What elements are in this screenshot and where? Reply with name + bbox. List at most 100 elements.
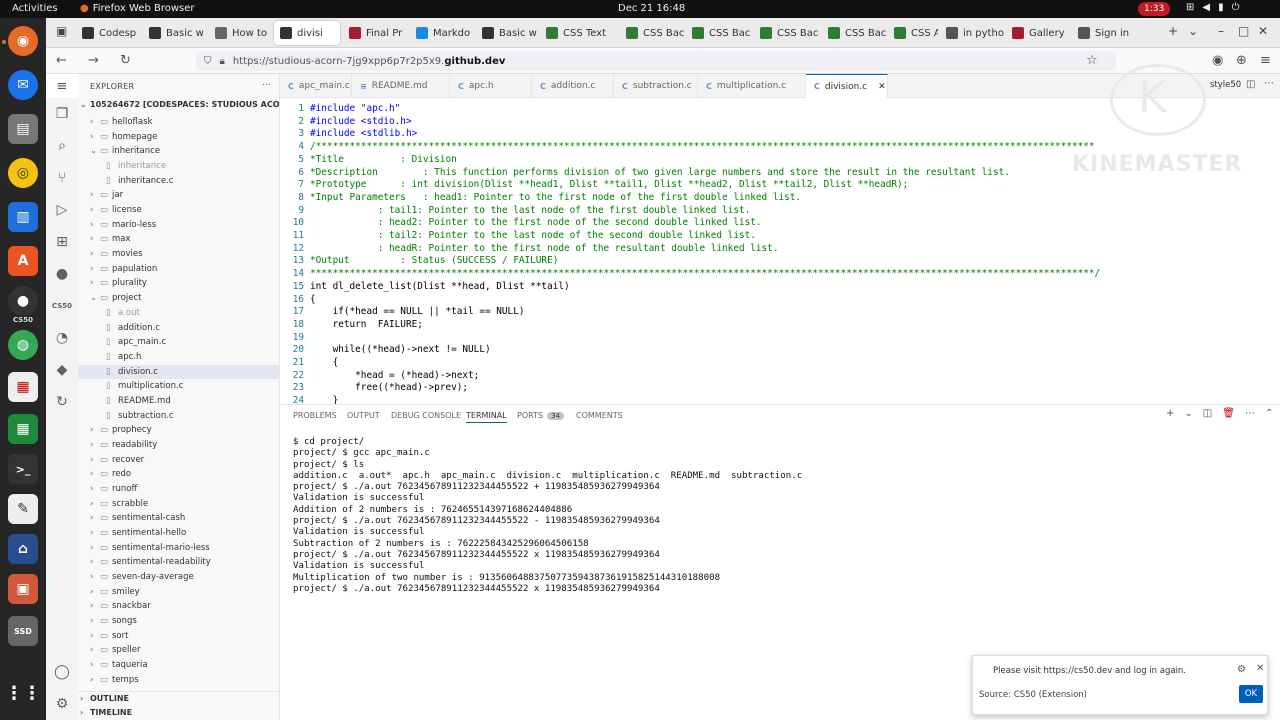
- tree-file[interactable]: ▯ a.out: [78, 306, 280, 320]
- cs50-icon[interactable]: CS50: [8, 314, 38, 326]
- tree-folder[interactable]: › ▭ smiley: [78, 585, 280, 599]
- rhythmbox-icon[interactable]: ◎: [8, 158, 38, 188]
- github-icon[interactable]: ●: [52, 264, 72, 284]
- back-icon[interactable]: ←: [56, 53, 67, 69]
- tree-file[interactable]: ▯ README.md: [78, 394, 280, 408]
- browser-tab[interactable]: CSS Bac: [620, 21, 684, 45]
- run-debug-icon[interactable]: ▷: [52, 200, 72, 220]
- tree-folder[interactable]: › ▭ seven-day-average: [78, 570, 280, 584]
- impress-icon[interactable]: ▣: [8, 574, 38, 604]
- editor-tab[interactable]: Capc_main.c: [280, 74, 352, 98]
- panel-tab[interactable]: PROBLEMS: [293, 409, 337, 423]
- tree-folder[interactable]: › ▭ max: [78, 232, 280, 246]
- url-bar[interactable]: ⛉ 🔒︎ https://studious-acorn-7jg9xpp6p7r2…: [196, 51, 1116, 71]
- shield-icon[interactable]: ⛉: [204, 56, 212, 67]
- github-icon[interactable]: ●: [8, 286, 38, 316]
- tree-folder[interactable]: › ▭ temps: [78, 673, 280, 687]
- ssd-icon[interactable]: SSD: [8, 616, 38, 646]
- tree-folder[interactable]: › ▭ sentimental-readability: [78, 555, 280, 569]
- tree-folder[interactable]: › ▭ sort: [78, 629, 280, 643]
- tree-file[interactable]: ▯ inheritance: [78, 159, 280, 173]
- panel-tab[interactable]: PORTS 34: [517, 409, 564, 423]
- browser-tab[interactable]: Markdo: [410, 21, 474, 45]
- apps-grid-icon[interactable]: ⋮⋮: [5, 678, 41, 708]
- browser-tab[interactable]: CSS Bac: [754, 21, 820, 45]
- editor-more-icon[interactable]: ⋯: [1264, 78, 1274, 89]
- calc-icon[interactable]: ▦: [8, 414, 38, 444]
- writer-icon[interactable]: ▥: [8, 202, 38, 232]
- panel-tab[interactable]: OUTPUT: [347, 409, 380, 423]
- terminal-icon[interactable]: >_: [8, 454, 38, 484]
- lock-icon[interactable]: 🔒︎: [220, 56, 225, 67]
- browser-tab[interactable]: Sign in: [1072, 21, 1138, 45]
- search-icon[interactable]: ⌕: [52, 136, 72, 156]
- tree-file[interactable]: ▯ division.c: [78, 364, 280, 379]
- browser-tab[interactable]: How to: [209, 21, 271, 45]
- extensions-icon[interactable]: ⊞: [52, 232, 72, 252]
- more-icon[interactable]: ⋯: [1245, 408, 1255, 419]
- source-control-icon[interactable]: ⑂: [52, 168, 72, 188]
- tree-folder[interactable]: ⌄ ▭ inheritance: [78, 144, 280, 158]
- clock[interactable]: Dec 21 16:48: [618, 3, 685, 14]
- tree-file[interactable]: ▯ apc_main.c: [78, 335, 280, 349]
- browser-tab[interactable]: Basic w: [476, 21, 538, 45]
- network-icon[interactable]: ⌂: [8, 534, 38, 564]
- maximize-panel-icon[interactable]: ⌃: [1265, 408, 1273, 419]
- browser-tab[interactable]: divisi: [274, 21, 340, 45]
- new-terminal-icon[interactable]: +: [1166, 408, 1174, 419]
- tree-folder[interactable]: › ▭ runoff: [78, 482, 280, 496]
- firefox-icon[interactable]: ◉: [8, 26, 38, 56]
- tree-file[interactable]: ▯ addition.c: [78, 321, 280, 335]
- browser-tab[interactable]: Codesp: [76, 21, 140, 45]
- text-editor-icon[interactable]: ✎: [8, 494, 38, 524]
- tree-folder[interactable]: › ▭ readability: [78, 438, 280, 452]
- docker-icon[interactable]: ◆: [52, 360, 72, 380]
- tree-folder[interactable]: › ▭ plurality: [78, 276, 280, 290]
- tree-folder[interactable]: › ▭ speller: [78, 643, 280, 657]
- editor-tab[interactable]: ≡ README.md: [352, 74, 450, 98]
- hamburger-menu-icon[interactable]: ≡: [46, 74, 78, 98]
- recording-badge[interactable]: 1:33: [1138, 2, 1171, 16]
- tree-file[interactable]: ▯ multiplication.c: [78, 379, 280, 393]
- tree-folder[interactable]: › ▭ snackbar: [78, 599, 280, 613]
- minimize-icon[interactable]: –: [1218, 24, 1224, 38]
- tree-file[interactable]: ▯ inheritance.c: [78, 174, 280, 188]
- kill-terminal-icon[interactable]: 🗑︎: [1222, 408, 1235, 419]
- browser-tab[interactable]: CSS Text: [540, 21, 618, 45]
- settings-gear-icon[interactable]: ⚙: [1237, 664, 1246, 675]
- files-icon[interactable]: ▤: [8, 114, 38, 144]
- browser-tab[interactable]: in pytho: [940, 21, 1004, 45]
- ok-button[interactable]: OK: [1239, 685, 1263, 703]
- more-actions-icon[interactable]: ⋯: [262, 80, 271, 90]
- tree-folder[interactable]: › ▭ homepage: [78, 130, 280, 144]
- terminal-output[interactable]: $ cd project/project/ $ gcc apc_main.c pr…: [293, 437, 1273, 595]
- tree-file[interactable]: ▯ apc.h: [78, 350, 280, 364]
- account-icon[interactable]: ◯: [52, 662, 72, 682]
- tree-folder[interactable]: › ▭ recover: [78, 453, 280, 467]
- editor-tab[interactable]: Csubtraction.c: [614, 74, 698, 98]
- panel-tab[interactable]: COMMENTS: [576, 409, 623, 423]
- tree-folder[interactable]: › ▭ prophecy: [78, 423, 280, 437]
- outline-section[interactable]: › OUTLINE: [78, 691, 280, 705]
- settings-gear-icon[interactable]: ⚙: [52, 694, 72, 714]
- browser-tab[interactable]: Basic w: [143, 21, 207, 45]
- tree-folder[interactable]: ⌄ ▭ project: [78, 291, 280, 305]
- activities-button[interactable]: Activities: [12, 3, 58, 14]
- software-icon[interactable]: A: [8, 246, 38, 276]
- document-icon[interactable]: ▦: [8, 372, 38, 402]
- thunderbird-icon[interactable]: ✉: [8, 70, 38, 100]
- browser-tab[interactable]: Gallery: [1006, 21, 1070, 45]
- timeline-section[interactable]: › TIMELINE: [78, 706, 280, 720]
- tree-folder[interactable]: › ▭ sentimental-hello: [78, 526, 280, 540]
- new-tab-button[interactable]: +: [1168, 24, 1178, 38]
- chrome-icon[interactable]: ◍: [8, 330, 38, 360]
- close-tab-icon[interactable]: ✕: [878, 82, 886, 92]
- tree-folder[interactable]: › ▭ license: [78, 203, 280, 217]
- browser-tab[interactable]: CSS Bac: [686, 21, 752, 45]
- editor-tab[interactable]: Caddition.c: [532, 74, 614, 98]
- tree-folder[interactable]: › ▭ sentimental-cash: [78, 511, 280, 525]
- tree-folder[interactable]: › ▭ movies: [78, 247, 280, 261]
- cs50-icon[interactable]: CS50: [52, 296, 72, 316]
- workspace-root[interactable]: ⌄ 105264672 [CODESPACES: STUDIOUS ACORN]: [78, 98, 296, 112]
- tab-overview-icon[interactable]: ▣: [56, 24, 67, 38]
